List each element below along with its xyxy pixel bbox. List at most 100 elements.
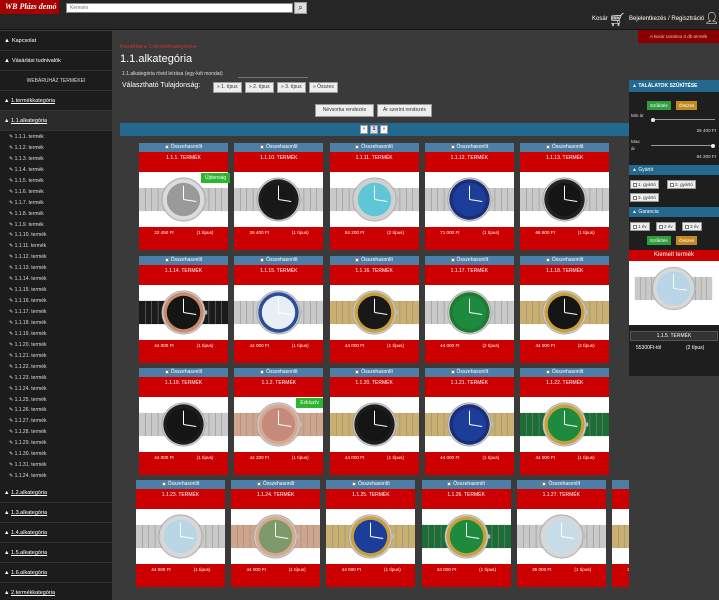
sidebar-item-subcategory[interactable]: ▲ 1.3.alkategória bbox=[0, 503, 112, 523]
product-card[interactable]: Összehasonlít 1.1.24. TERMÉK 44 000 Ft (1 t… bbox=[231, 480, 321, 587]
compare-checkbox[interactable]: Összehasonlít bbox=[139, 143, 228, 152]
sidebar-product-link[interactable]: ✎ 1.1.28. termék bbox=[0, 427, 112, 438]
maker-header[interactable]: ▲ Gyártó bbox=[629, 165, 719, 175]
product-image[interactable] bbox=[329, 172, 419, 227]
product-card[interactable]: Összehasonlít 1.1.1. TERMÉK 32 450 Ft (1 tí… bbox=[139, 143, 231, 250]
sidebar-product-link[interactable]: ✎ 1.1.14. termék bbox=[0, 274, 112, 285]
sidebar-product-link[interactable]: ✎ 1.1.9. termék bbox=[0, 220, 112, 231]
compare-checkbox[interactable]: Összehasonlít bbox=[424, 256, 514, 265]
sidebar-product-link[interactable]: ✎ 1.1.17. termék bbox=[0, 307, 112, 318]
compare-checkbox[interactable]: Összehasonlít bbox=[520, 368, 610, 377]
compare-checkbox[interactable]: Összehasonlít bbox=[139, 256, 228, 265]
product-card[interactable]: Összehasonlít 1.1.2. TERMÉK 44 330 Ft (1 tí… bbox=[234, 368, 324, 475]
product-name[interactable]: 1.1.17. TERMÉK bbox=[424, 265, 514, 285]
product-name[interactable]: 1.1.12. TERMÉK bbox=[424, 152, 514, 172]
product-image[interactable] bbox=[234, 285, 324, 340]
reset-button[interactable]: Összes bbox=[676, 101, 698, 110]
compare-checkbox[interactable]: Összehasonlít bbox=[329, 143, 419, 152]
compare-checkbox[interactable]: Összehasonlít bbox=[234, 368, 324, 377]
sidebar-product-link[interactable]: ✎ 1.1.26. termék bbox=[0, 405, 112, 416]
warranty-header[interactable]: ▲ Garancia bbox=[629, 207, 719, 217]
max-price-slider[interactable] bbox=[651, 143, 715, 148]
reset-button-2[interactable]: Összes bbox=[676, 236, 698, 245]
sidebar-product-link[interactable]: ✎ 1.1.31. termék bbox=[0, 460, 112, 471]
product-card[interactable]: Összehasonlít 1.1.22. TERMÉK 44 000 Ft (1 t… bbox=[520, 368, 610, 475]
compare-checkbox[interactable]: Összehasonlít bbox=[516, 480, 606, 489]
sidebar-product-link[interactable]: ✎ 1.1.30. termék bbox=[0, 449, 112, 460]
sidebar-product-link[interactable]: ✎ 1.1.27. termék bbox=[0, 416, 112, 427]
product-card[interactable]: Összehasonlít 1.1.12. TERMÉK 71 000 Ft (1 t… bbox=[424, 143, 514, 250]
compare-checkbox[interactable]: Összehasonlít bbox=[234, 256, 324, 265]
min-price-slider[interactable] bbox=[651, 117, 715, 122]
product-card[interactable]: Összehasonlít 1.1.14. TERMÉK 44 000 Ft (1 t… bbox=[139, 256, 228, 363]
compare-checkbox[interactable]: Összehasonlít bbox=[424, 368, 514, 377]
sidebar-item-subcategory[interactable]: ▲ 1.4.alkategória bbox=[0, 523, 112, 543]
compare-checkbox[interactable]: Összehasonlít bbox=[520, 143, 610, 152]
sidebar-product-link[interactable]: ✎ 1.1.13. termék bbox=[0, 263, 112, 274]
product-image[interactable] bbox=[231, 509, 321, 564]
product-card[interactable]: Összehasonlít 1.1.15. TERMÉK 44 000 Ft (1 t… bbox=[234, 256, 324, 363]
site-logo[interactable]: WB Plázs demó bbox=[0, 0, 59, 14]
product-image[interactable] bbox=[516, 509, 606, 564]
sidebar-product-link[interactable]: ✎ 1.1.2. termék bbox=[0, 143, 112, 154]
warranty-3-checkbox[interactable]: 3 év bbox=[682, 222, 702, 231]
user-icon[interactable]: 👤︎ bbox=[704, 11, 719, 25]
product-name[interactable]: 1.1.11. TERMÉK bbox=[329, 152, 419, 172]
compare-checkbox[interactable]: Összehasonlít bbox=[136, 480, 225, 489]
product-name[interactable]: 1.1.26. TERMÉK bbox=[421, 489, 511, 509]
product-image[interactable] bbox=[424, 285, 514, 340]
product-image[interactable] bbox=[139, 285, 228, 340]
narrow-button-2[interactable]: Szűkítés bbox=[647, 236, 671, 245]
product-image[interactable] bbox=[424, 172, 514, 227]
sidebar-product-link[interactable]: ✎ 1.1.16. termék bbox=[0, 296, 112, 307]
sidebar-product-link[interactable]: ✎ 1.1.8. termék bbox=[0, 209, 112, 220]
product-card[interactable]: Összehasonlít 1.1.10. TERMÉK 26 400 Ft (1 t… bbox=[234, 143, 324, 250]
product-image[interactable] bbox=[234, 172, 324, 227]
sidebar-product-link[interactable]: ✎ 1.1.15. termék bbox=[0, 285, 112, 296]
product-image[interactable] bbox=[326, 509, 416, 564]
sidebar-product-link[interactable]: ✎ 1.1.7. termék bbox=[0, 198, 112, 209]
product-image[interactable] bbox=[520, 397, 610, 452]
product-image[interactable] bbox=[329, 397, 419, 452]
compare-checkbox[interactable]: Összehasonlít bbox=[421, 480, 511, 489]
narrow-button[interactable]: Szűkítés bbox=[647, 101, 671, 110]
product-name[interactable]: 1.1.22. TERMÉK bbox=[520, 377, 610, 397]
product-image[interactable] bbox=[424, 397, 514, 452]
product-image[interactable] bbox=[329, 285, 419, 340]
product-image[interactable] bbox=[139, 397, 228, 452]
sidebar-product-link[interactable]: ✎ 1.1.18. termék bbox=[0, 318, 112, 329]
product-name[interactable]: 1.1.20. TERMÉK bbox=[329, 377, 419, 397]
cart-icon[interactable]: 🛒︎ bbox=[609, 12, 626, 28]
compare-checkbox[interactable]: Összehasonlít bbox=[424, 143, 514, 152]
sidebar-product-link[interactable]: ✎ 1.1.4. termék bbox=[0, 165, 112, 176]
sidebar-product-link[interactable]: ✎ 1.1.6. termék bbox=[0, 187, 112, 198]
sidebar-product-link[interactable]: ✎ 1.1.10. termék bbox=[0, 230, 112, 241]
product-name[interactable]: 1.1.24. TERMÉK bbox=[231, 489, 321, 509]
compare-checkbox[interactable]: Összehasonlít bbox=[329, 256, 419, 265]
sidebar-product-link[interactable]: ✎ 1.1.5. termék bbox=[0, 176, 112, 187]
sidebar-product-link[interactable]: ✎ 1.1.11. termék bbox=[0, 241, 112, 252]
sidebar-item-info[interactable]: ▲ Vásárlási tudnivalók bbox=[0, 51, 112, 71]
product-card[interactable]: Összehasonlít 1.1.19. TERMÉK 44 000 Ft (1 t… bbox=[139, 368, 228, 475]
product-name[interactable]: 1.1.25. TERMÉK bbox=[326, 489, 416, 509]
search-button[interactable]: ⌕ bbox=[294, 2, 307, 14]
product-name[interactable]: 1.1.18. TERMÉK bbox=[520, 265, 610, 285]
compare-checkbox[interactable]: Összehasonlít bbox=[234, 143, 324, 152]
product-name[interactable]: 1.1.1. TERMÉK bbox=[139, 152, 228, 172]
sidebar-item-cat2[interactable]: ▲ 2.termékkategória bbox=[0, 583, 112, 600]
sidebar-product-link[interactable]: ✎ 1.1.1. termék bbox=[0, 132, 112, 143]
product-image[interactable] bbox=[421, 509, 511, 564]
product-card[interactable]: Összehasonlít 1.1.11. TERMÉK 84 200 Ft (2 t… bbox=[329, 143, 419, 250]
slider-handle[interactable] bbox=[651, 117, 655, 122]
sidebar-item-subcategory[interactable]: ▲ 1.2.alkategória bbox=[0, 483, 112, 503]
product-card[interactable]: Összehasonlít 1.1.17. TERMÉK 44 000 Ft (2 t… bbox=[424, 256, 514, 363]
search-input[interactable] bbox=[66, 3, 293, 13]
product-card[interactable]: Összehasonlít 1.1.27. TERMÉK 35 000 Ft (1 t… bbox=[516, 480, 606, 587]
sidebar-item-subcategory[interactable]: ▲ 1.5.alkategória bbox=[0, 543, 112, 563]
login-link[interactable]: Bejelentkezés / Regisztráció bbox=[629, 16, 704, 22]
sidebar-item-cat1[interactable]: ▲ 1.termékkategória bbox=[0, 91, 112, 111]
featured-product-image[interactable] bbox=[629, 261, 719, 325]
product-name[interactable]: 1.1.13. TERMÉK bbox=[520, 152, 610, 172]
compare-checkbox[interactable]: Összehasonlít bbox=[231, 480, 321, 489]
product-name[interactable]: 1.1.21. TERMÉK bbox=[424, 377, 514, 397]
